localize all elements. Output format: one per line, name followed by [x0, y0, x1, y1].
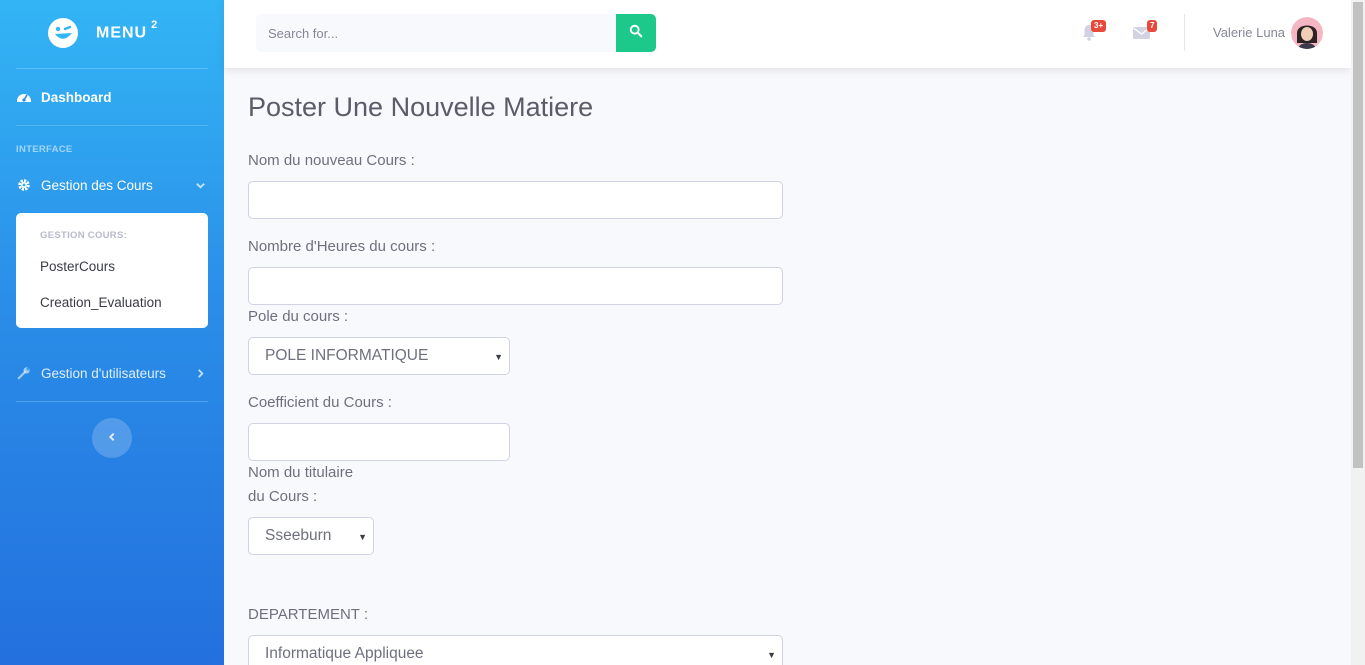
heures-input[interactable] [249, 268, 782, 304]
search-box [256, 14, 616, 52]
departement-select-value: Informatique Appliquee [265, 645, 424, 662]
coefficient-field [248, 423, 510, 461]
sidebar-divider [16, 401, 208, 402]
nom-cours-input[interactable] [249, 182, 782, 218]
collapse-item-postercours[interactable]: PosterCours [40, 259, 115, 274]
sidebar-brand[interactable]: MENU 2 [0, 0, 224, 68]
user-name[interactable]: Valerie Luna [1213, 25, 1285, 40]
collapse-item-creation-evaluation[interactable]: Creation_Evaluation [40, 295, 162, 310]
select-caret-icon: ▼ [767, 650, 776, 660]
sidebar: MENU 2 Dashboard INTERFACE Gestion des Co… [0, 0, 224, 665]
wrench-icon [16, 365, 32, 381]
topbar-divider [1184, 14, 1185, 51]
sidebar-item-label: Gestion d'utilisateurs [41, 365, 166, 381]
collapse-menu-cours: GESTION COURS: PosterCours Creation_Eval… [16, 213, 208, 328]
sidebar-divider [16, 125, 208, 126]
topbar: 3+ 7 Valerie Luna [224, 0, 1351, 68]
page-scrollbar[interactable] [1351, 0, 1365, 665]
select-caret-icon: ▼ [358, 532, 367, 542]
departement-label: DEPARTEMENT : [248, 606, 369, 623]
scrollbar-thumb[interactable] [1353, 2, 1363, 468]
titulaire-select-value: Sseeburn [265, 527, 332, 544]
sidebar-divider [16, 68, 208, 69]
sidebar-item-dashboard[interactable]: Dashboard [16, 89, 112, 105]
sidebar-toggle-button[interactable] [92, 418, 132, 458]
titulaire-label-line1: Nom du titulaire [248, 464, 354, 481]
pole-select-value: POLE INFORMATIQUE [265, 347, 429, 364]
messages-button[interactable]: 7 [1133, 20, 1158, 42]
search-input[interactable] [256, 14, 616, 52]
alerts-button[interactable]: 3+ [1081, 20, 1107, 42]
search-icon [629, 24, 643, 43]
chevron-left-icon [107, 429, 117, 447]
search-button[interactable] [616, 14, 656, 52]
pole-label: Pole du cours : [248, 308, 349, 325]
chevron-down-icon [194, 179, 206, 191]
nom-cours-label: Nom du nouveau Cours : [248, 152, 415, 169]
sidebar-item-gestion-utilisateurs[interactable]: Gestion d'utilisateurs [16, 365, 208, 381]
sidebar-item-gestion-cours[interactable]: Gestion des Cours [16, 177, 208, 193]
heures-field [248, 267, 783, 305]
dashboard-icon [16, 89, 32, 105]
page-title: Poster Une Nouvelle Matiere [248, 92, 594, 122]
coefficient-label: Coefficient du Cours : [248, 394, 392, 411]
nom-cours-field [248, 181, 783, 219]
coefficient-input[interactable] [249, 424, 509, 460]
heures-label: Nombre d'Heures du cours : [248, 238, 436, 255]
alerts-badge: 3+ [1091, 20, 1107, 32]
gear-icon [16, 177, 32, 193]
departement-select[interactable]: Informatique Appliquee ▼ [248, 635, 783, 665]
pole-select[interactable]: POLE INFORMATIQUE ▼ [248, 337, 510, 375]
sidebar-item-label: Gestion des Cours [41, 177, 153, 193]
titulaire-select[interactable]: Sseeburn ▼ [248, 517, 374, 555]
chevron-right-icon [194, 367, 206, 379]
sidebar-item-label: Dashboard [41, 89, 112, 105]
avatar[interactable] [1291, 17, 1323, 49]
messages-badge: 7 [1147, 20, 1158, 32]
brand-name: MENU 2 [96, 19, 159, 42]
logo-icon [47, 17, 79, 49]
collapse-header: GESTION COURS: [40, 230, 128, 241]
sidebar-heading: INTERFACE [16, 144, 73, 155]
titulaire-label-line2: du Cours : [248, 488, 318, 505]
select-caret-icon: ▼ [494, 352, 503, 362]
